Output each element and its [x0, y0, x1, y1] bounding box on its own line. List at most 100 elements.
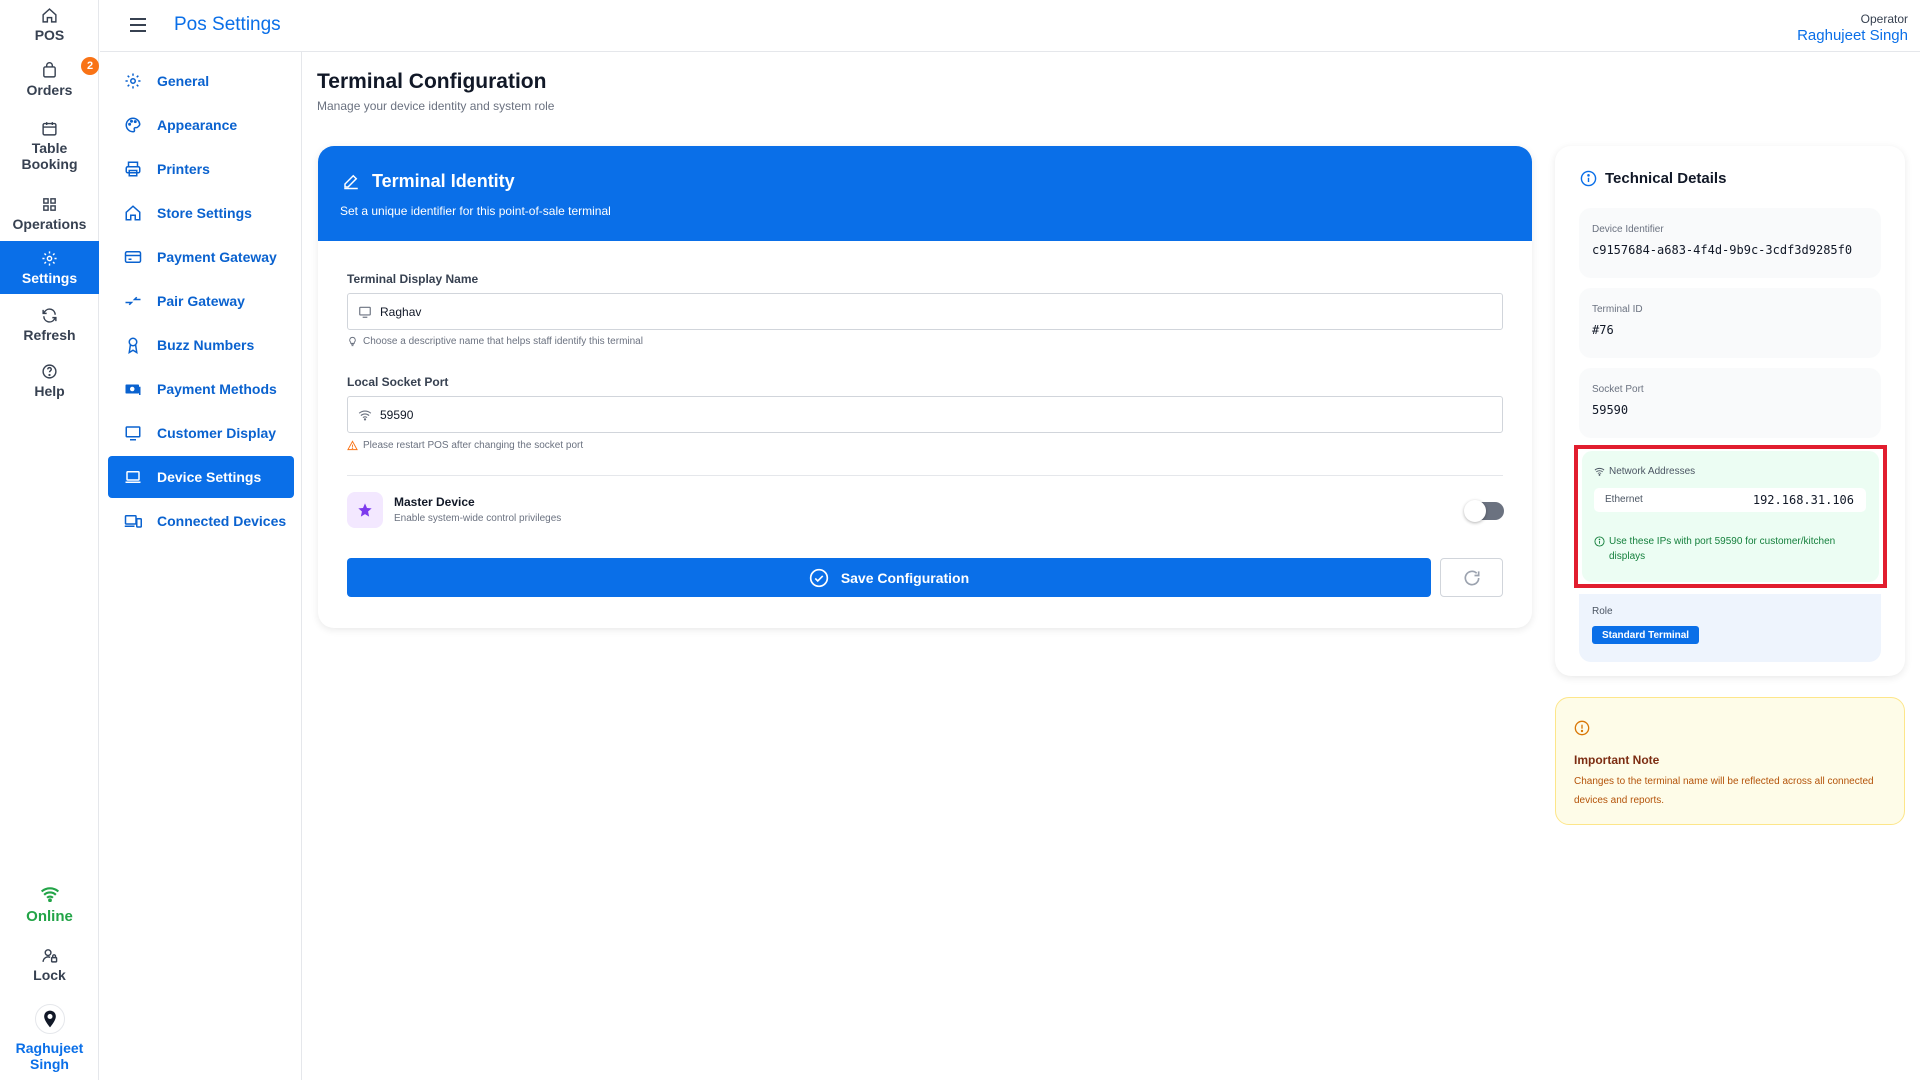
rail-item-lock[interactable]: Lock [0, 944, 99, 986]
technical-details-card: Technical Details Device Identifier c915… [1555, 146, 1905, 676]
device-identifier-value: c9157684-a683-4f4d-9b9c-3cdf3d9285f0 [1592, 243, 1853, 257]
socket-port-input[interactable]: 59590 [347, 396, 1503, 433]
hint-text: Please restart POS after changing the so… [363, 440, 584, 451]
rail-item-refresh[interactable]: Refresh [0, 304, 99, 346]
rail-label: Table Booking [21, 140, 78, 172]
network-label: Network Addresses [1609, 466, 1696, 477]
save-configuration-button[interactable]: Save Configuration [347, 558, 1431, 597]
logo-icon [44, 1010, 56, 1028]
check-circle-icon [809, 568, 828, 587]
role-badge: Standard Terminal [1592, 626, 1700, 644]
printer-icon [125, 161, 141, 177]
sidebar-item-label: General [157, 73, 210, 89]
main-rail: POS Orders 2 Table Booking Operations Se… [0, 0, 99, 1080]
home-icon [42, 8, 57, 23]
edit-icon [344, 174, 358, 190]
ribbon-icon [128, 337, 138, 354]
device-identifier-box: Device Identifier c9157684-a683-4f4d-9b9… [1579, 208, 1881, 278]
sidebar-item-connected-devices[interactable]: Connected Devices [108, 500, 294, 542]
socket-port-value: 59590 [380, 407, 414, 422]
master-device-toggle[interactable] [1464, 500, 1504, 522]
store-icon [125, 205, 141, 221]
socket-port-hint: Please restart POS after changing the so… [347, 440, 583, 451]
refresh-icon [42, 308, 57, 323]
page-title: Terminal Configuration [317, 70, 547, 93]
orders-badge: 2 [81, 57, 99, 75]
terminal-identity-card: Terminal Identity Set a unique identifie… [318, 146, 1532, 628]
sidebar-item-label: Store Settings [157, 205, 252, 221]
terminal-name-label: Terminal Display Name [347, 272, 479, 286]
technical-details-title: Technical Details [1580, 170, 1726, 187]
terminal-id-box: Terminal ID #76 [1579, 288, 1881, 358]
info-icon [1594, 536, 1605, 547]
rail-label: Lock [33, 967, 66, 983]
wifi-icon [1594, 467, 1605, 476]
rail-item-pos[interactable]: POS [0, 4, 99, 46]
bag-icon [43, 62, 56, 78]
ethernet-ip: 192.168.31.106 [1752, 493, 1854, 507]
rail-item-table-booking[interactable]: Table Booking [0, 116, 99, 176]
operator-info: Operator Raghujeet Singh [1797, 12, 1908, 44]
network-note: Use these IPs with port 59590 for custom… [1594, 534, 1866, 564]
rail-item-operations[interactable]: Operations [0, 192, 99, 236]
operator-label: Operator [1860, 12, 1908, 26]
terminal-id-label: Terminal ID [1592, 304, 1643, 315]
sidebar-item-label: Appearance [157, 117, 238, 133]
rail-item-help[interactable]: Help [0, 360, 99, 402]
rail-label: Operations [12, 216, 87, 232]
device-identifier-label: Device Identifier [1592, 224, 1664, 235]
rail-label: Settings [21, 269, 78, 286]
sidebar-item-store-settings[interactable]: Store Settings [108, 192, 294, 234]
ethernet-label: Ethernet [1605, 494, 1643, 505]
important-note-body: Changes to the terminal name will be ref… [1574, 776, 1874, 806]
sidebar-item-appearance[interactable]: Appearance [108, 104, 294, 146]
tech-title-text: Technical Details [1605, 170, 1727, 187]
warning-icon [347, 440, 358, 451]
sidebar-item-device-settings[interactable]: Device Settings [108, 456, 294, 498]
settings-sidebar: General Appearance Printers Store Settin… [100, 52, 302, 1080]
help-icon [42, 364, 57, 379]
terminal-name-input[interactable]: Raghav [347, 293, 1503, 330]
reset-button[interactable] [1440, 558, 1503, 597]
rail-item-settings[interactable]: Settings [0, 241, 99, 294]
master-device-subtitle: Enable system-wide control privileges [394, 513, 562, 524]
sidebar-item-label: Payment Gateway [157, 249, 277, 265]
terminal-name-value: Raghav [380, 304, 422, 319]
alert-circle-icon [1574, 720, 1590, 736]
sidebar-item-pair-gateway[interactable]: Pair Gateway [108, 280, 294, 322]
socket-port-label: Local Socket Port [347, 375, 449, 389]
gear-icon [125, 73, 141, 89]
sidebar-item-printers[interactable]: Printers [108, 148, 294, 190]
network-note-text: Use these IPs with port 59590 for custom… [1609, 536, 1836, 562]
top-bar: Pos Settings Operator Raghujeet Singh [100, 0, 1920, 52]
avatar[interactable] [35, 1004, 65, 1034]
monitor-icon [125, 426, 141, 441]
sidebar-item-label: Device Settings [157, 469, 262, 485]
sidebar-item-label: Pair Gateway [157, 293, 245, 309]
rail-label: POS [34, 27, 65, 43]
refresh-icon [1464, 570, 1479, 585]
user-lock-icon [42, 949, 58, 963]
sidebar-item-label: Payment Methods [157, 381, 277, 397]
monitor-icon [359, 306, 371, 318]
socket-port-label: Socket Port [1592, 384, 1644, 395]
network-highlight-frame: Network Addresses Ethernet 192.168.31.10… [1574, 445, 1887, 588]
sidebar-item-label: Buzz Numbers [157, 337, 255, 353]
sidebar-item-payment-gateway[interactable]: Payment Gateway [108, 236, 294, 278]
calendar-icon [42, 122, 57, 136]
sidebar-item-buzz-numbers[interactable]: Buzz Numbers [108, 324, 294, 366]
toggle-knob [1464, 500, 1486, 522]
wifi-icon [358, 409, 372, 421]
sidebar-item-general[interactable]: General [108, 60, 294, 102]
sidebar-item-label: Printers [157, 161, 210, 177]
network-addresses-box: Network Addresses Ethernet 192.168.31.10… [1582, 451, 1879, 582]
operator-name: Raghujeet Singh [1797, 27, 1908, 44]
sidebar-item-customer-display[interactable]: Customer Display [108, 412, 294, 454]
wifi-icon [40, 886, 60, 907]
card-title: Terminal Identity [372, 171, 515, 191]
online-status: Online [26, 908, 73, 925]
lightbulb-icon [349, 336, 356, 347]
menu-icon[interactable] [129, 16, 147, 34]
divider [347, 475, 1503, 476]
sidebar-item-payment-methods[interactable]: Payment Methods [108, 368, 294, 410]
